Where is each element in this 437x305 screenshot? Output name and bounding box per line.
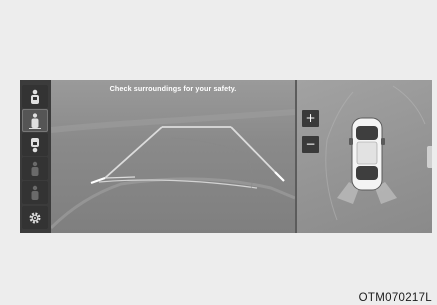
rear-camera-view: Check surroundings for your safety. [51, 80, 295, 233]
guideline-left [90, 126, 163, 185]
zoom-out-button[interactable]: − [302, 136, 319, 153]
rear-top-view-button[interactable] [22, 109, 48, 132]
top-camera-view: + − [297, 80, 432, 233]
rear-top-camera-view-icon [29, 112, 41, 129]
camera-screen: Check surroundings for your safety. + − [20, 80, 432, 233]
vehicle-top-icon [349, 117, 385, 191]
rear-camera-view-icon [31, 89, 39, 104]
side-top-view-button[interactable] [22, 181, 48, 204]
camera-toolbar [20, 80, 51, 233]
panel-expand-tab[interactable] [427, 146, 432, 168]
parking-guidelines [51, 109, 295, 230]
settings-button[interactable] [22, 206, 48, 229]
side-camera-view-icon-disabled [31, 161, 39, 176]
front-view-button[interactable] [22, 133, 48, 156]
guideline-right [230, 126, 285, 182]
rear-view-button[interactable] [22, 85, 48, 108]
settings-gear-icon [29, 211, 41, 224]
zoom-in-button[interactable]: + [302, 110, 319, 127]
figure-code: OTM070217L [358, 292, 432, 304]
side-view-button[interactable] [22, 157, 48, 180]
safety-warning-text: Check surroundings for your safety. [109, 84, 237, 93]
side-top-camera-view-icon-disabled [31, 185, 39, 200]
top-view-scene [325, 85, 426, 221]
front-camera-view-icon [31, 137, 39, 152]
